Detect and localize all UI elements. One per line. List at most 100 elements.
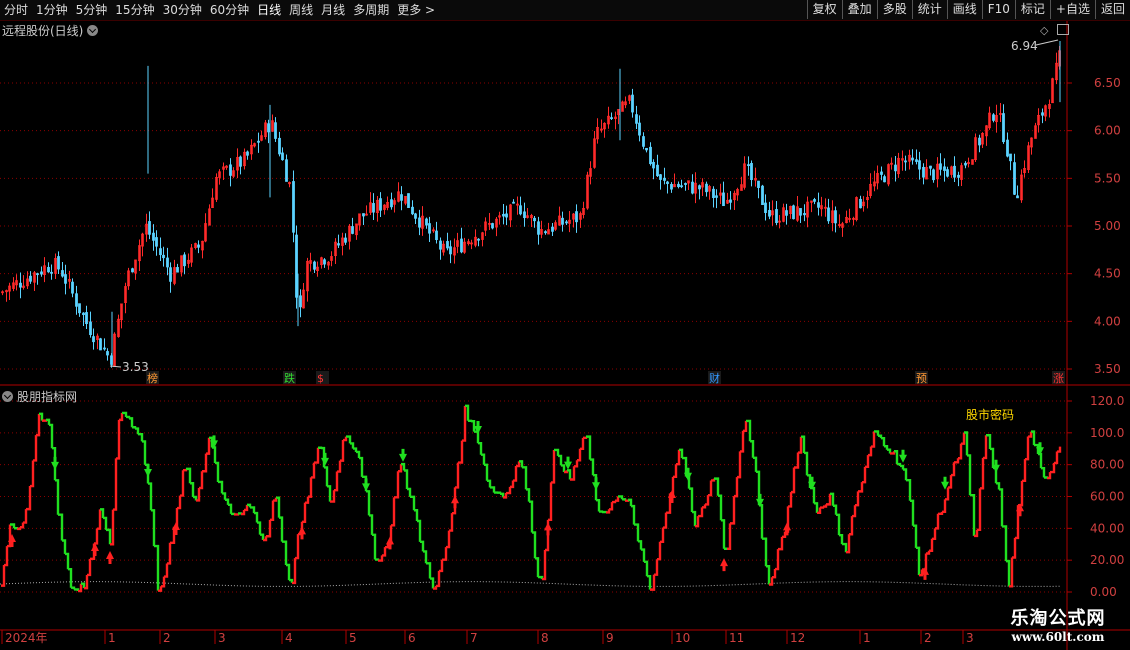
candle-body — [677, 183, 680, 188]
indicator-line-segment — [532, 531, 537, 559]
candle-body — [1013, 162, 1016, 195]
indicator-line-segment — [516, 461, 521, 468]
candle-body — [939, 163, 942, 170]
candle-body — [918, 160, 921, 170]
indicator-line-segment — [938, 511, 944, 515]
candle-body — [159, 248, 162, 256]
sell-arrow-icon — [51, 456, 59, 470]
candle-body — [176, 267, 179, 273]
price-tick-label: 6.00 — [1094, 124, 1121, 138]
indicator-line-segment — [538, 575, 544, 580]
buy-arrow-icon — [106, 550, 114, 564]
event-marker[interactable]: $ — [316, 371, 329, 385]
candle-body — [768, 210, 771, 217]
indicator-line-segment — [647, 575, 652, 590]
indicator-line-segment — [58, 513, 64, 541]
indicator-line-segment — [910, 499, 915, 526]
event-marker[interactable]: 预 — [915, 371, 928, 385]
candle-body — [239, 156, 242, 167]
candle-body — [1002, 113, 1005, 143]
candle-body — [575, 211, 578, 223]
candle-body — [880, 171, 883, 175]
window-toggle-icon[interactable] — [1057, 24, 1069, 35]
indicator-line-segment — [471, 419, 476, 432]
candle-body — [523, 211, 526, 219]
indicator-line-segment — [1054, 451, 1059, 465]
indicator-line-segment — [420, 540, 425, 552]
indicator-line-segment — [340, 440, 345, 462]
candle-body — [729, 199, 732, 203]
indicator-line-segment — [926, 550, 931, 555]
diamond-icon[interactable]: ◇ — [1040, 24, 1048, 37]
indicator-line-segment — [522, 466, 528, 490]
high-price-label: 6.94 — [1011, 39, 1038, 53]
event-marker-label: 财 — [709, 371, 720, 385]
event-marker[interactable]: 榜 — [146, 371, 159, 385]
candle-body — [722, 192, 725, 207]
event-marker[interactable]: 跌 — [283, 371, 296, 385]
indicator-tick-label: 20.00 — [1090, 553, 1124, 567]
indicator-line-segment — [218, 480, 224, 494]
event-marker[interactable]: 财 — [708, 371, 721, 385]
candle-body — [285, 159, 288, 182]
main-panel-header: 远程股份(日线) — [2, 22, 99, 39]
candle-body — [859, 198, 862, 209]
indicator-line-segment — [484, 463, 489, 481]
indicator-line-segment — [55, 479, 60, 515]
indicator-line-segment — [871, 431, 876, 448]
indicator-line-segment — [574, 460, 579, 468]
indicator-line-segment — [759, 504, 764, 539]
indicator-line-segment — [356, 450, 361, 459]
candle-body — [92, 336, 95, 343]
sell-arrow-icon — [362, 478, 370, 492]
candle-body — [943, 166, 946, 171]
indicator-line-segment — [353, 447, 358, 452]
indicator-line-segment — [625, 499, 630, 502]
indicator-line-segment — [129, 417, 134, 428]
indicator-line-segment — [49, 423, 54, 449]
indicator-line-segment — [26, 486, 32, 511]
price-tick-label: 4.00 — [1094, 314, 1121, 328]
indicator-line-segment — [788, 492, 793, 508]
price-tick-label: 3.50 — [1094, 362, 1121, 376]
x-axis-label: 3 — [218, 631, 226, 645]
chevron-down-icon[interactable] — [2, 391, 13, 402]
event-marker[interactable]: 涨 — [1052, 371, 1065, 385]
indicator-line-segment — [615, 496, 620, 502]
candle-body — [460, 238, 463, 253]
indicator-line-segment — [314, 447, 320, 464]
candle-body — [439, 240, 442, 250]
x-axis-label: 11 — [729, 631, 744, 645]
candle-body — [502, 213, 505, 217]
indicator-line-segment — [548, 482, 553, 522]
indicator-line-segment — [273, 497, 278, 502]
indicator-line-segment — [961, 432, 966, 445]
indicator-line-segment — [33, 435, 38, 462]
indicator-line-segment — [535, 557, 540, 578]
x-axis-label: 2 — [163, 631, 171, 645]
candle-body — [372, 203, 375, 213]
indicator-line-segment — [634, 523, 640, 542]
candle-body — [533, 217, 536, 222]
indicator-tick-label: 80.00 — [1090, 458, 1124, 472]
candle-body — [827, 207, 830, 222]
indicator-line-segment — [222, 492, 227, 500]
stock-chart-canvas[interactable]: 6.94 3.53榜 跌 $ 财 预 涨 6.50 6.00 5.50 5.00 4.50 4.00 3… — [0, 0, 1130, 650]
candle-body — [512, 201, 515, 204]
candle-body — [932, 169, 935, 181]
indicator-line-segment — [753, 456, 758, 472]
indicator-line-segment — [586, 435, 592, 460]
indicator-line-segment — [71, 586, 76, 590]
indicator-line-segment — [270, 500, 275, 522]
sell-arrow-icon — [321, 452, 329, 466]
indicator-line-segment — [359, 456, 364, 477]
candle-body — [183, 254, 186, 267]
indicator-line-segment — [1041, 466, 1046, 478]
event-marker-label: 预 — [916, 372, 927, 385]
indicator-line-segment — [654, 559, 659, 576]
indicator-line-segment — [580, 437, 585, 450]
indicator-line-segment — [46, 418, 51, 425]
indicator-line-segment — [305, 496, 310, 504]
candle-body — [379, 198, 382, 211]
chevron-down-icon[interactable] — [87, 25, 99, 36]
